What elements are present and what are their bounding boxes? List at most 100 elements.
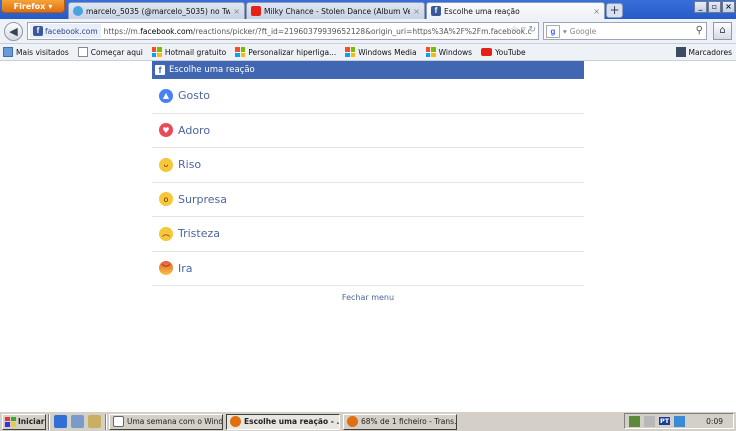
microsoft-icon xyxy=(425,47,436,57)
search-icon[interactable]: ⚲ xyxy=(696,25,703,36)
bookmark-label: Começar aqui xyxy=(90,47,143,57)
close-tab-icon[interactable]: × xyxy=(413,7,420,16)
page-header: f Escolhe uma reação xyxy=(152,61,584,79)
taskbar-item-label: Uma semana com o Wind... xyxy=(127,417,223,426)
url-prefix: https://m. xyxy=(103,26,141,36)
taskbar-separator xyxy=(48,413,50,430)
internet-explorer-icon[interactable] xyxy=(54,415,67,428)
love-icon: ♥ xyxy=(159,123,173,138)
reaction-picker: f Escolhe uma reação ▲ Gosto ♥ Adoro ᴗ R… xyxy=(152,61,584,302)
arrow-left-icon: ◀ xyxy=(9,25,18,38)
taskbar-item-label: 68% de 1 ficheiro - Trans... xyxy=(361,417,457,426)
show-desktop-icon[interactable] xyxy=(71,415,84,428)
sad-icon: ︵ xyxy=(159,226,173,241)
start-button[interactable]: Iniciar xyxy=(2,413,46,430)
taskbar-item-document[interactable]: Uma semana com o Wind... xyxy=(109,413,223,430)
browser-tab-bar: Firefox ▾ marcelo_5035 (@marcelo_5035) n… xyxy=(0,0,736,19)
taskbar: Iniciar Uma semana com o Wind... Escolhe… xyxy=(0,411,736,431)
bookmark-label: Windows xyxy=(438,47,473,57)
search-placeholder: Google xyxy=(569,26,597,36)
taskbar-separator xyxy=(105,413,107,430)
reaction-sad[interactable]: ︵ Tristeza xyxy=(152,217,584,252)
bookmark-youtube[interactable]: YouTube xyxy=(481,48,526,57)
url-domain: facebook.com xyxy=(140,26,193,36)
microsoft-icon xyxy=(345,47,356,57)
microsoft-icon xyxy=(235,47,246,57)
bookmark-windows-media[interactable]: Windows Media xyxy=(345,47,417,57)
new-tab-button[interactable]: + xyxy=(606,3,623,18)
taskbar-item-label: Escolhe uma reação - ... xyxy=(244,417,340,426)
search-bar[interactable]: g ▾ Google ⚲ xyxy=(543,22,707,40)
site-identity-button[interactable]: f facebook.com xyxy=(30,24,101,38)
bookmark-star-icon[interactable]: ☆ ▿ ↻ xyxy=(510,25,536,35)
site-identity-label: facebook.com xyxy=(45,26,98,36)
address-bar[interactable]: f facebook.com https://m.facebook.com/re… xyxy=(27,22,539,40)
minimize-button[interactable]: _ xyxy=(694,1,707,13)
reaction-like[interactable]: ▲ Gosto xyxy=(152,79,584,114)
tab-label: Milky Chance - Stolen Dance (Album Vers.… xyxy=(264,6,411,16)
reaction-wow[interactable]: o Surpresa xyxy=(152,183,584,217)
haha-icon: ᴗ xyxy=(159,157,173,172)
reaction-label: Adoro xyxy=(178,123,211,137)
close-menu-link[interactable]: Fechar menu xyxy=(152,293,584,302)
tab-label: marcelo_5035 (@marcelo_5035) no Twitter xyxy=(86,6,231,16)
facebook-icon: f xyxy=(33,26,43,36)
volume-icon[interactable] xyxy=(644,415,655,427)
firefox-icon xyxy=(230,416,241,427)
network-icon[interactable] xyxy=(629,415,640,427)
bookmark-label: Windows Media xyxy=(358,47,417,57)
angry-icon: ︶ xyxy=(159,261,173,276)
facebook-logo-icon: f xyxy=(155,65,165,75)
reaction-haha[interactable]: ᴗ Riso xyxy=(152,148,584,183)
bookmark-customize-links[interactable]: Personalizar hiperliga... xyxy=(235,47,336,57)
firefox-icon xyxy=(347,416,358,427)
firefox-menu-button[interactable]: Firefox ▾ xyxy=(1,0,65,13)
youtube-icon xyxy=(251,6,261,16)
clock: 0:09 xyxy=(706,416,723,426)
reaction-angry[interactable]: ︶ Ira xyxy=(152,252,584,286)
bookmarks-menu-button[interactable]: Marcadores xyxy=(675,47,733,57)
youtube-icon xyxy=(481,48,493,56)
tab-facebook[interactable]: f Escolhe uma reação × xyxy=(426,2,605,19)
microsoft-icon xyxy=(151,47,162,57)
language-indicator[interactable]: PT xyxy=(659,417,671,425)
tab-youtube[interactable]: Milky Chance - Stolen Dance (Album Vers.… xyxy=(246,2,425,19)
google-icon[interactable]: g xyxy=(546,24,560,38)
bookmark-most-visited[interactable]: Mais visitados xyxy=(3,47,69,57)
reaction-label: Ira xyxy=(178,261,193,275)
taskbar-item-firefox[interactable]: Escolhe uma reação - ... xyxy=(226,413,340,430)
security-icon[interactable] xyxy=(674,415,686,427)
close-tab-icon[interactable]: × xyxy=(593,7,600,16)
page-title: Escolhe uma reação xyxy=(169,65,255,75)
bookmark-getting-started[interactable]: Começar aqui xyxy=(77,47,143,57)
firefox-menu-label: Firefox xyxy=(13,1,46,11)
page-icon xyxy=(77,47,88,57)
back-button[interactable]: ◀ xyxy=(4,22,23,41)
facebook-icon: f xyxy=(431,6,441,16)
bookmark-windows[interactable]: Windows xyxy=(425,47,473,57)
taskbar-item-transfer[interactable]: 68% de 1 ficheiro - Trans... xyxy=(343,413,457,430)
maximize-button[interactable]: ▫ xyxy=(708,1,721,13)
home-button[interactable]: ⌂ xyxy=(713,22,732,40)
close-window-button[interactable]: × xyxy=(722,1,735,13)
reaction-label: Tristeza xyxy=(178,227,221,241)
home-icon: ⌂ xyxy=(719,25,726,36)
system-tray: PT 0:09 xyxy=(624,413,734,429)
bookmark-label: Mais visitados xyxy=(16,47,69,57)
bookmarks-menu-label: Marcadores xyxy=(688,47,733,57)
navigation-bar: ◀ f facebook.com https://m.facebook.com/… xyxy=(0,19,736,44)
bookmark-hotmail[interactable]: Hotmail gratuito xyxy=(151,47,226,57)
close-tab-icon[interactable]: × xyxy=(233,7,240,16)
media-player-icon[interactable] xyxy=(88,415,101,428)
tab-label: Escolhe uma reação xyxy=(444,6,520,16)
document-icon xyxy=(113,416,124,427)
chevron-down-icon: ▾ xyxy=(48,1,53,11)
search-engine-dropdown-icon[interactable]: ▾ xyxy=(563,27,567,36)
tab-twitter[interactable]: marcelo_5035 (@marcelo_5035) no Twitter … xyxy=(68,2,245,19)
start-label: Iniciar xyxy=(18,417,45,426)
url-path: /reactions/picker/?ft_id=219603799396521… xyxy=(192,26,532,36)
bookmarks-bar: Mais visitados Começar aqui Hotmail grat… xyxy=(0,44,736,61)
wow-icon: o xyxy=(159,192,173,207)
bookmark-label: Personalizar hiperliga... xyxy=(248,47,337,57)
reaction-love[interactable]: ♥ Adoro xyxy=(152,114,584,148)
